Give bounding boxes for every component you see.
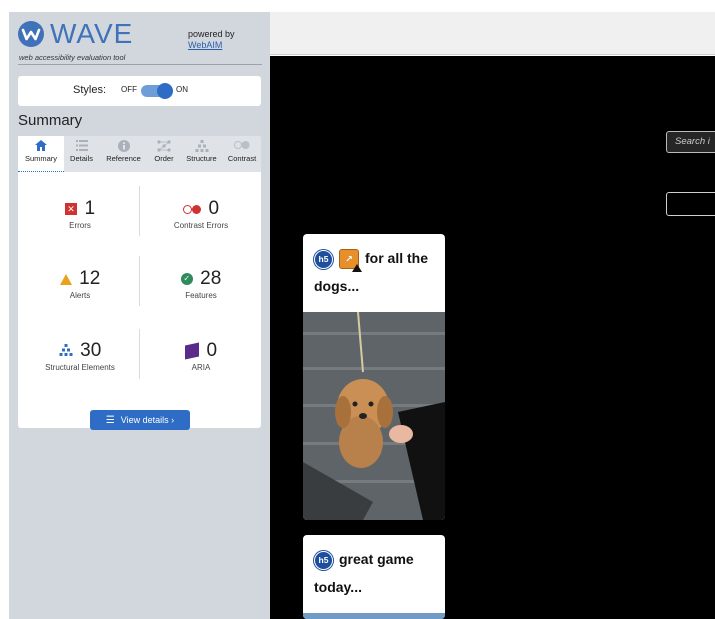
- post-photo: [303, 613, 445, 619]
- stat-contrast-errors[interactable]: 0 Contrast Errors: [145, 198, 257, 230]
- styles-toggle[interactable]: [141, 83, 173, 99]
- stat-structural-elements[interactable]: 30 Structural Elements: [24, 340, 136, 372]
- page-top-bar: [270, 12, 715, 55]
- contrast-errors-label: Contrast Errors: [173, 221, 229, 230]
- errors-label: Errors: [69, 221, 91, 230]
- view-details-button[interactable]: ☰ View details ›: [90, 410, 190, 430]
- feature-check-icon: ✓: [180, 273, 193, 285]
- styles-toggle-bar: Styles: OFF ON: [18, 76, 261, 106]
- structure-tree-icon: [59, 344, 73, 358]
- wave-tagline: web accessibility evaluation tool: [19, 53, 126, 62]
- order-icon: [148, 136, 180, 154]
- wave-tabs: Summary Details Reference Order Structur…: [18, 136, 261, 172]
- tab-structure[interactable]: Structure: [180, 136, 223, 172]
- post-title-line1: h5 great game: [314, 547, 414, 571]
- contrast-errors-count: 0: [208, 198, 220, 219]
- tab-contrast[interactable]: Contrast: [223, 136, 261, 172]
- stat-aria[interactable]: 0 ARIA: [145, 340, 257, 372]
- contrast-icon: [223, 136, 261, 154]
- styles-off-label: OFF: [121, 85, 137, 94]
- page-button-outline[interactable]: [666, 192, 715, 216]
- styles-label: Styles:: [73, 84, 107, 96]
- alerts-label: Alerts: [69, 291, 91, 300]
- stats-divider: [139, 256, 140, 306]
- styles-toggle-knob: [157, 83, 173, 99]
- features-label: Features: [185, 291, 217, 300]
- structural-count: 30: [80, 340, 102, 361]
- screen: WAVE web accessibility evaluation tool p…: [0, 0, 715, 619]
- powered-by-label: powered by: [188, 29, 235, 39]
- alerts-count: 12: [79, 268, 101, 289]
- aria-cube-icon: [184, 342, 199, 360]
- alert-icon: [59, 273, 72, 285]
- wave-logo-text: WAVE: [50, 18, 134, 49]
- tab-reference[interactable]: Reference: [99, 136, 148, 172]
- stat-alerts[interactable]: 12 Alerts: [24, 268, 136, 300]
- link-alert-icon: ↗: [339, 249, 362, 273]
- styles-on-label: ON: [176, 85, 188, 94]
- stats-divider: [139, 186, 140, 236]
- brand-divider: [18, 64, 262, 65]
- post-title-line2: dogs...: [314, 278, 360, 294]
- wave-sidebar: WAVE web accessibility evaluation tool p…: [9, 12, 270, 619]
- wave-logo-icon: [18, 21, 44, 47]
- dog-photo: [303, 311, 445, 520]
- aria-count: 0: [206, 340, 218, 361]
- post-title-line2: today...: [314, 579, 362, 595]
- search-input[interactable]: Search i: [666, 131, 715, 153]
- home-icon: [18, 136, 64, 154]
- post-card[interactable]: h5 great game today...: [303, 535, 445, 619]
- view-details-label: View details ›: [120, 415, 175, 425]
- aria-label: ARIA: [191, 363, 211, 372]
- tab-summary[interactable]: Summary: [18, 136, 64, 172]
- error-icon: ✕: [64, 203, 77, 215]
- stat-features[interactable]: ✓ 28 Features: [145, 268, 257, 300]
- powered-by: powered by WebAIM: [188, 29, 235, 51]
- errors-count: 1: [84, 198, 96, 219]
- post-card[interactable]: h5 ↗ for all the dogs...: [303, 234, 445, 520]
- features-count: 28: [200, 268, 222, 289]
- structural-label: Structural Elements: [45, 363, 115, 372]
- h5-heading-icon: h5: [314, 550, 333, 570]
- tab-details[interactable]: Details: [64, 136, 99, 172]
- tab-order[interactable]: Order: [148, 136, 180, 172]
- webaim-link[interactable]: WebAIM: [188, 40, 235, 51]
- list-icon: [64, 136, 99, 154]
- stat-errors[interactable]: ✕ 1 Errors: [24, 198, 136, 230]
- contrast-error-icon: [182, 204, 201, 214]
- summary-panel: Summary Details Reference Order Structur…: [18, 136, 261, 430]
- list-icon: ☰: [105, 415, 115, 426]
- post-title-line1: h5 ↗ for all the: [314, 246, 428, 273]
- h5-heading-icon: h5: [314, 249, 333, 269]
- structure-icon: [180, 136, 223, 154]
- wave-brand: WAVE web accessibility evaluation tool p…: [9, 12, 270, 65]
- summary-heading: Summary: [18, 112, 83, 129]
- info-icon: [99, 136, 148, 154]
- stats-divider: [139, 329, 140, 379]
